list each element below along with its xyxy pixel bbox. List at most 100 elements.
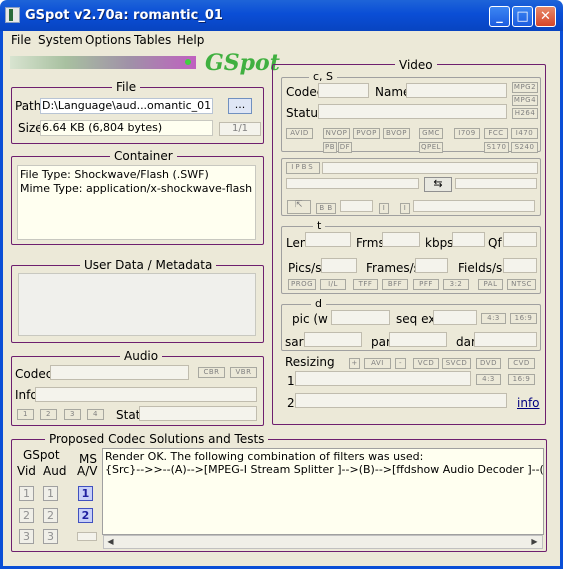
- avid-indicator: AVID: [286, 128, 313, 139]
- frames-field: [415, 258, 448, 273]
- dimension-section-title: d: [311, 297, 326, 310]
- sar-label: sar: [285, 335, 304, 349]
- svcd-indicator: SVCD: [442, 358, 471, 369]
- audio-stream-4: 4: [87, 409, 104, 420]
- dar-label: dar: [456, 335, 476, 349]
- i470-indicator: I470: [511, 128, 538, 139]
- frames-label: Frames/s: [366, 261, 420, 275]
- vcd-indicator: VCD: [413, 358, 439, 369]
- mpg4-indicator: MPG4: [512, 95, 538, 106]
- scroll-right-icon[interactable]: ▶: [528, 536, 541, 548]
- audio-stream-2: 2: [40, 409, 57, 420]
- info-link[interactable]: info: [517, 396, 540, 410]
- kbps-field: [452, 232, 485, 247]
- gspot-vid-3-button[interactable]: 3: [19, 529, 34, 544]
- cbr-indicator: CBR: [198, 367, 225, 378]
- app-icon[interactable]: [5, 7, 20, 23]
- vbr-indicator: VBR: [230, 367, 257, 378]
- video-group-title: Video: [395, 58, 437, 72]
- picture-icon: ⇱: [287, 200, 311, 214]
- gop-field-bottom: [413, 200, 535, 212]
- gradient-bar: [10, 56, 196, 69]
- file-group-title: File: [112, 80, 141, 94]
- scroll-left-icon[interactable]: ◀: [104, 536, 117, 548]
- pics-label: Pics/s: [288, 261, 322, 275]
- minimize-button[interactable]: _: [489, 6, 510, 27]
- bb-indicator: B B: [316, 203, 336, 214]
- userdata-box[interactable]: [18, 273, 256, 336]
- bvop-indicator: BVOP: [383, 128, 410, 139]
- menu-tables[interactable]: Tables: [134, 33, 171, 47]
- page-counter: 1/1: [219, 122, 261, 136]
- resize-169-indicator: 16:9: [508, 374, 535, 385]
- gspot-vid-1-button[interactable]: 1: [19, 486, 34, 501]
- resize-row-1-label: 1: [287, 374, 295, 388]
- par-label: par: [371, 335, 391, 349]
- gop-field-left: [286, 178, 419, 189]
- gspot-aud-1-button[interactable]: 1: [43, 486, 58, 501]
- container-group-title: Container: [110, 149, 177, 163]
- bff-indicator: BFF: [382, 279, 408, 290]
- video-codec-field: [318, 83, 369, 98]
- ntsc-indicator: NTSC: [507, 279, 536, 290]
- ms-1-button[interactable]: 1: [78, 486, 93, 501]
- dar-field: [474, 332, 537, 347]
- i-indicator-2: I: [400, 203, 410, 214]
- av-label: A/V: [77, 464, 98, 478]
- menu-file[interactable]: File: [11, 33, 31, 47]
- gspot-label: GSpot: [23, 448, 60, 462]
- ratio-169-indicator: 16:9: [510, 313, 537, 324]
- frame-type-strip: [322, 162, 538, 174]
- pics-field: [321, 258, 357, 273]
- pal-indicator: PAL: [478, 279, 503, 290]
- gspot-vid-2-button[interactable]: 2: [19, 508, 34, 523]
- resize-row-1-field: [295, 371, 471, 386]
- render-output[interactable]: Render OK. The following combination of …: [102, 448, 544, 535]
- h264-indicator: H264: [512, 108, 538, 119]
- container-line: Mime Type: application/x-shockwave-flash: [20, 182, 253, 195]
- frms-label: Frms: [356, 236, 385, 250]
- par-field: [389, 332, 447, 347]
- ms-2-button[interactable]: 2: [78, 508, 93, 523]
- gop-nav-icon[interactable]: ⇆: [424, 177, 452, 192]
- ipbs-indicator: IPBS: [286, 162, 320, 174]
- horizontal-scrollbar[interactable]: [103, 535, 543, 549]
- close-button[interactable]: ✕: [535, 6, 556, 27]
- menu-system[interactable]: System: [38, 33, 83, 47]
- len-field: [305, 232, 351, 247]
- render-line: {Src}-->>--(A)-->[MPEG-I Stream Splitter…: [105, 463, 544, 476]
- gmc-indicator: GMC: [419, 128, 443, 139]
- audio-stream-1: 1: [17, 409, 34, 420]
- aud-label: Aud: [43, 464, 67, 478]
- vid-label: Vid: [17, 464, 36, 478]
- size-label: Size: [18, 121, 43, 135]
- menu-options[interactable]: Options: [85, 33, 131, 47]
- gop-field-right: [455, 178, 537, 189]
- seqext-field: [433, 310, 477, 325]
- render-line: Render OK. The following combination of …: [105, 450, 424, 463]
- maximize-button[interactable]: □: [512, 6, 533, 27]
- bb-field: [340, 200, 373, 212]
- browse-button[interactable]: ...: [228, 98, 252, 114]
- audio-info-field: [35, 387, 257, 402]
- qf-label: Qf: [488, 236, 502, 250]
- size-field: 6.64 KB (6,804 bytes): [40, 120, 213, 136]
- gspot-aud-3-button[interactable]: 3: [43, 529, 58, 544]
- qpel-indicator: QPEL: [419, 142, 443, 153]
- resize-minus-button: -: [395, 358, 406, 369]
- path-label: Path: [15, 99, 42, 113]
- pulldown-indicator: 3:2: [443, 279, 469, 290]
- resize-row-2-field: [295, 393, 507, 408]
- fcc-indicator: FCC: [484, 128, 508, 139]
- i-indicator-1: I: [379, 203, 389, 214]
- gspot-aud-2-button[interactable]: 2: [43, 508, 58, 523]
- gspot-logo: GSpot: [205, 50, 280, 76]
- window-title: GSpot v2.70a: romantic_01: [25, 8, 223, 23]
- df-indicator: DF: [338, 142, 352, 153]
- menu-help[interactable]: Help: [177, 33, 204, 47]
- dvd-indicator: DVD: [476, 358, 501, 369]
- il-indicator: I/L: [320, 279, 346, 290]
- sar-field: [304, 332, 362, 347]
- kbps-label: kbps: [425, 236, 454, 250]
- path-field[interactable]: D:\Language\aud...omantic_01.swf: [40, 98, 213, 114]
